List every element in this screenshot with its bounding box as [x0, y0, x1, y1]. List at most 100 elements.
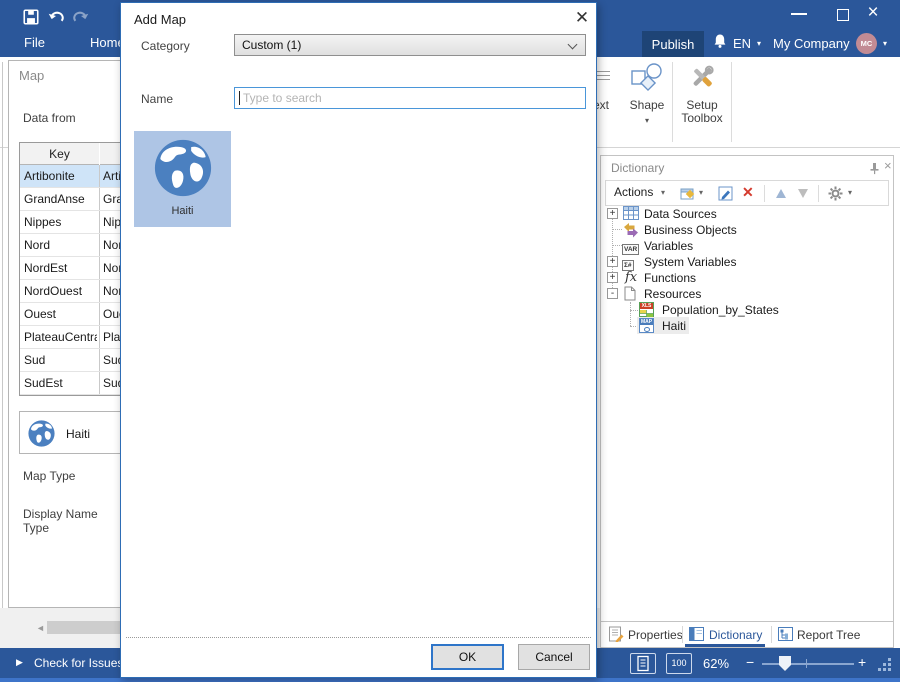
zoom-slider-track[interactable]: [762, 663, 854, 665]
maximize-button[interactable]: [837, 9, 849, 21]
cancel-button[interactable]: Cancel: [518, 644, 590, 670]
active-tab-underline: [685, 644, 765, 647]
expander-icon[interactable]: +: [607, 208, 618, 219]
move-down-icon[interactable]: [798, 189, 808, 198]
actions-button[interactable]: Actions: [614, 185, 653, 199]
ribbon-separator: [672, 62, 673, 142]
business-objects-icon: [623, 222, 639, 237]
ok-button[interactable]: OK: [431, 644, 504, 670]
name-search-input[interactable]: [234, 87, 586, 109]
table-row[interactable]: OuestOuest: [20, 303, 129, 326]
chevron-down-icon: [568, 40, 578, 50]
key-column-header: Key: [20, 143, 99, 165]
tab-report-tree[interactable]: Report Tree: [797, 628, 860, 642]
table-row[interactable]: NordEstNordEst: [20, 257, 129, 280]
tree-item-resources[interactable]: - Resources: [601, 286, 891, 302]
system-variables-icon: Σ#: [622, 256, 638, 271]
text-lines-icon: [595, 71, 610, 83]
scroll-left-icon[interactable]: ◄: [36, 623, 45, 633]
language-selector[interactable]: EN: [733, 36, 751, 51]
map-tile-haiti[interactable]: Haiti: [134, 131, 231, 227]
tile-label: Haiti: [134, 205, 231, 217]
dictionary-title: Dictionary: [611, 161, 664, 175]
tree-item-functions[interactable]: + fx Functions: [601, 270, 891, 286]
selected-map-label: Haiti: [66, 427, 90, 441]
table-row[interactable]: ArtiboniteArtibonite: [20, 165, 129, 188]
move-up-icon[interactable]: [776, 189, 786, 198]
zoom-percent: 62%: [703, 656, 729, 671]
tab-dictionary[interactable]: Dictionary: [709, 628, 762, 642]
tree-item-population-by-states[interactable]: XLS Population_by_States: [601, 302, 891, 318]
tree-item-business-objects[interactable]: Business Objects: [601, 222, 891, 238]
new-item-caret-icon[interactable]: ▾: [699, 188, 703, 197]
tree-item-data-sources[interactable]: + Data Sources: [601, 206, 891, 222]
table-row[interactable]: PlateauCentralPlateauCentral: [20, 326, 129, 349]
zoom-out-icon[interactable]: −: [746, 654, 754, 670]
table-row[interactable]: SudEstSudEst: [20, 372, 129, 395]
table-row[interactable]: NippesNippes: [20, 211, 129, 234]
language-caret-icon[interactable]: ▾: [757, 39, 761, 48]
report-tree-tab-icon: [778, 627, 793, 646]
account-name[interactable]: My Company: [773, 36, 850, 51]
category-value: Custom (1): [242, 38, 301, 52]
selected-map-item[interactable]: Haiti: [19, 411, 129, 454]
actions-caret-icon[interactable]: ▾: [661, 188, 665, 197]
dock-tabs: Properties Dictionary Report Tree: [600, 622, 894, 648]
left-dock-edge: [2, 62, 3, 608]
delete-icon[interactable]: ✕: [742, 184, 754, 201]
setup-toolbox-icon: [689, 64, 715, 95]
text-cursor: [239, 91, 240, 105]
save-icon[interactable]: [22, 8, 40, 31]
ribbon-separator: [731, 62, 732, 142]
undo-icon[interactable]: [47, 9, 65, 32]
minimize-button[interactable]: [791, 13, 807, 15]
expand-arrow-icon[interactable]: ▶: [16, 657, 23, 668]
xls-resource-icon: XLS: [639, 302, 654, 317]
tree-item-haiti[interactable]: MAP Haiti: [601, 318, 891, 334]
add-map-dialog: Add Map ✕ Category Custom (1) Name Haiti…: [120, 2, 597, 678]
zoom-100-button[interactable]: 100: [666, 653, 692, 674]
table-row[interactable]: GrandAnseGrandAnse: [20, 188, 129, 211]
notifications-bell-icon[interactable]: [712, 33, 728, 54]
pin-icon[interactable]: [869, 162, 880, 180]
shape-button[interactable]: Shape ▾: [624, 60, 670, 145]
resize-grip[interactable]: [878, 658, 892, 672]
tab-properties[interactable]: Properties: [628, 628, 683, 642]
status-bar-accent: [0, 678, 900, 682]
new-item-icon[interactable]: [680, 186, 695, 204]
expander-icon[interactable]: -: [607, 288, 618, 299]
close-button[interactable]: ×: [862, 2, 884, 24]
dictionary-toolbar: Actions ▾ ▾ ✕ ▾: [605, 180, 889, 206]
setup-toolbox-button[interactable]: Setup Toolbox: [676, 60, 728, 145]
dialog-close-icon[interactable]: ✕: [571, 8, 593, 30]
table-row[interactable]: SudSud: [20, 349, 129, 372]
settings-caret-icon[interactable]: ▾: [848, 188, 852, 197]
shape-icon: [630, 62, 664, 97]
data-from-label: Data from: [23, 111, 76, 125]
tree-item-variables[interactable]: VAR Variables: [601, 238, 891, 254]
globe-icon: [154, 139, 212, 197]
expander-icon[interactable]: +: [607, 272, 618, 283]
zoom-slider-tick: [806, 659, 807, 668]
table-row[interactable]: NordNord: [20, 234, 129, 257]
page-view-button[interactable]: [630, 653, 656, 674]
expander-icon[interactable]: +: [607, 256, 618, 267]
table-row[interactable]: NordOuestNordOuest: [20, 280, 129, 303]
check-for-issues-button[interactable]: Check for Issues: [34, 656, 123, 670]
publish-button[interactable]: Publish: [642, 31, 704, 57]
redo-icon[interactable]: [72, 9, 90, 32]
panel-title: Map: [19, 68, 44, 83]
tree-item-system-variables[interactable]: + Σ# System Variables: [601, 254, 891, 270]
resources-icon: [624, 286, 640, 301]
display-name-type-label: Display Name Type: [23, 507, 120, 535]
account-caret-icon[interactable]: ▾: [883, 39, 887, 48]
map-properties-panel: Map Data from Key ArtiboniteArtibonite G…: [8, 60, 121, 608]
zoom-slider-thumb[interactable]: [779, 656, 791, 671]
panel-close-icon[interactable]: ×: [884, 158, 892, 173]
tab-file[interactable]: File: [24, 35, 45, 50]
zoom-in-icon[interactable]: +: [858, 654, 866, 670]
edit-icon[interactable]: [718, 186, 733, 204]
category-select[interactable]: Custom (1): [234, 34, 586, 56]
avatar[interactable]: MC: [856, 33, 877, 54]
settings-gear-icon[interactable]: [828, 186, 843, 204]
